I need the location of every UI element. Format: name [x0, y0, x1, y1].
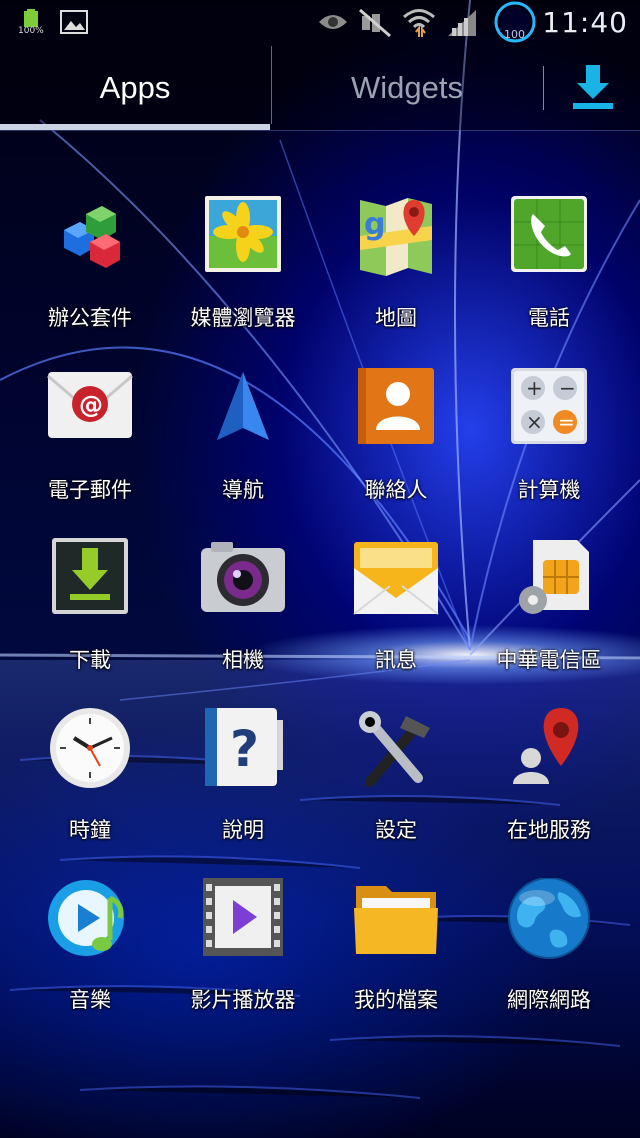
- app-video-player[interactable]: 影片播放器: [167, 878, 319, 1048]
- clock-icon: [44, 708, 136, 800]
- wifi-icon: [402, 6, 436, 42]
- app-label: 相機: [222, 648, 264, 672]
- app-label: 音樂: [69, 988, 111, 1012]
- app-label: 訊息: [375, 648, 417, 672]
- office-suite-icon: [44, 196, 136, 288]
- app-label: 計算機: [517, 478, 581, 502]
- app-calculator[interactable]: + − × = 計算機: [473, 368, 625, 538]
- calculator-icon: + − × =: [503, 368, 595, 460]
- phone-icon: [503, 196, 595, 288]
- app-internet[interactable]: 網際網路: [473, 878, 625, 1048]
- app-label: 時鐘: [69, 818, 111, 842]
- my-files-icon: [350, 878, 442, 970]
- gallery-icon: [60, 10, 88, 38]
- battery-level: 100%: [18, 26, 44, 36]
- messages-icon: [350, 538, 442, 630]
- download-button[interactable]: [545, 46, 640, 130]
- cell-signal-icon: [446, 8, 478, 42]
- app-label: 中華電信區: [496, 648, 602, 672]
- app-contacts[interactable]: 聯絡人: [320, 368, 472, 538]
- tab-widgets[interactable]: Widgets: [272, 46, 542, 130]
- svg-text:−: −: [559, 376, 576, 400]
- circle-gauge-icon: [492, 0, 538, 50]
- app-label: 電話: [528, 306, 570, 330]
- clock-time: 11:40: [542, 6, 628, 39]
- contacts-icon: [350, 368, 442, 460]
- app-label: 媒體瀏覽器: [190, 306, 296, 330]
- app-label: 在地服務: [507, 818, 591, 842]
- internet-icon: [503, 878, 595, 970]
- music-icon: [44, 878, 136, 970]
- active-tab-indicator: [0, 124, 270, 130]
- svg-text:g: g: [364, 207, 385, 242]
- app-local-services[interactable]: 在地服務: [473, 708, 625, 878]
- app-label: 說明: [222, 818, 264, 842]
- settings-icon: [350, 708, 442, 800]
- app-label: 聯絡人: [364, 478, 428, 502]
- app-label: 我的檔案: [354, 988, 438, 1012]
- svg-text:×: ×: [526, 410, 543, 434]
- navigation-icon: [197, 368, 289, 460]
- app-music[interactable]: 音樂: [14, 878, 166, 1048]
- tab-apps[interactable]: Apps: [0, 46, 270, 130]
- downloads-icon: [44, 538, 136, 630]
- status-bar: 100% 100 11:40: [0, 0, 640, 46]
- video-player-icon: [197, 878, 289, 970]
- app-label: 影片播放器: [190, 988, 296, 1012]
- mute-icon: [358, 8, 392, 42]
- sim-toolkit-icon: [503, 538, 595, 630]
- app-phone[interactable]: 電話: [473, 196, 625, 366]
- app-label: 網際網路: [507, 988, 591, 1012]
- app-media-browser[interactable]: 媒體瀏覽器: [167, 196, 319, 366]
- eye-icon: [318, 12, 348, 36]
- media-browser-icon: [197, 196, 289, 288]
- app-label: 地圖: [375, 306, 417, 330]
- email-icon: @: [44, 368, 136, 460]
- svg-text:?: ?: [230, 720, 259, 778]
- svg-text:+: +: [526, 376, 543, 400]
- app-sim-toolkit[interactable]: 中華電信區: [473, 538, 625, 708]
- app-office-suite[interactable]: 辦公套件: [14, 196, 166, 366]
- svg-text:=: =: [558, 410, 575, 434]
- app-label: 辦公套件: [48, 306, 132, 330]
- tab-bar: Apps Widgets: [0, 46, 640, 131]
- app-downloads[interactable]: 下載: [14, 538, 166, 708]
- app-label: 電子郵件: [48, 478, 132, 502]
- app-label: 導航: [222, 478, 264, 502]
- app-maps[interactable]: g 地圖: [320, 196, 472, 366]
- local-services-icon: [503, 708, 595, 800]
- signal-circle-value: 100: [504, 28, 525, 41]
- tab-divider: [543, 66, 544, 110]
- app-camera[interactable]: 相機: [167, 538, 319, 708]
- app-messages[interactable]: 訊息: [320, 538, 472, 708]
- download-icon: [571, 61, 615, 115]
- app-email[interactable]: @ 電子郵件: [14, 368, 166, 538]
- app-label: 設定: [375, 818, 417, 842]
- app-settings[interactable]: 設定: [320, 708, 472, 878]
- camera-icon: [197, 538, 289, 630]
- maps-icon: g: [350, 196, 442, 288]
- svg-text:@: @: [79, 391, 103, 419]
- app-help[interactable]: ? 說明: [167, 708, 319, 878]
- app-label: 下載: [69, 648, 111, 672]
- help-icon: ?: [197, 708, 289, 800]
- app-navigation[interactable]: 導航: [167, 368, 319, 538]
- app-my-files[interactable]: 我的檔案: [320, 878, 472, 1048]
- app-clock[interactable]: 時鐘: [14, 708, 166, 878]
